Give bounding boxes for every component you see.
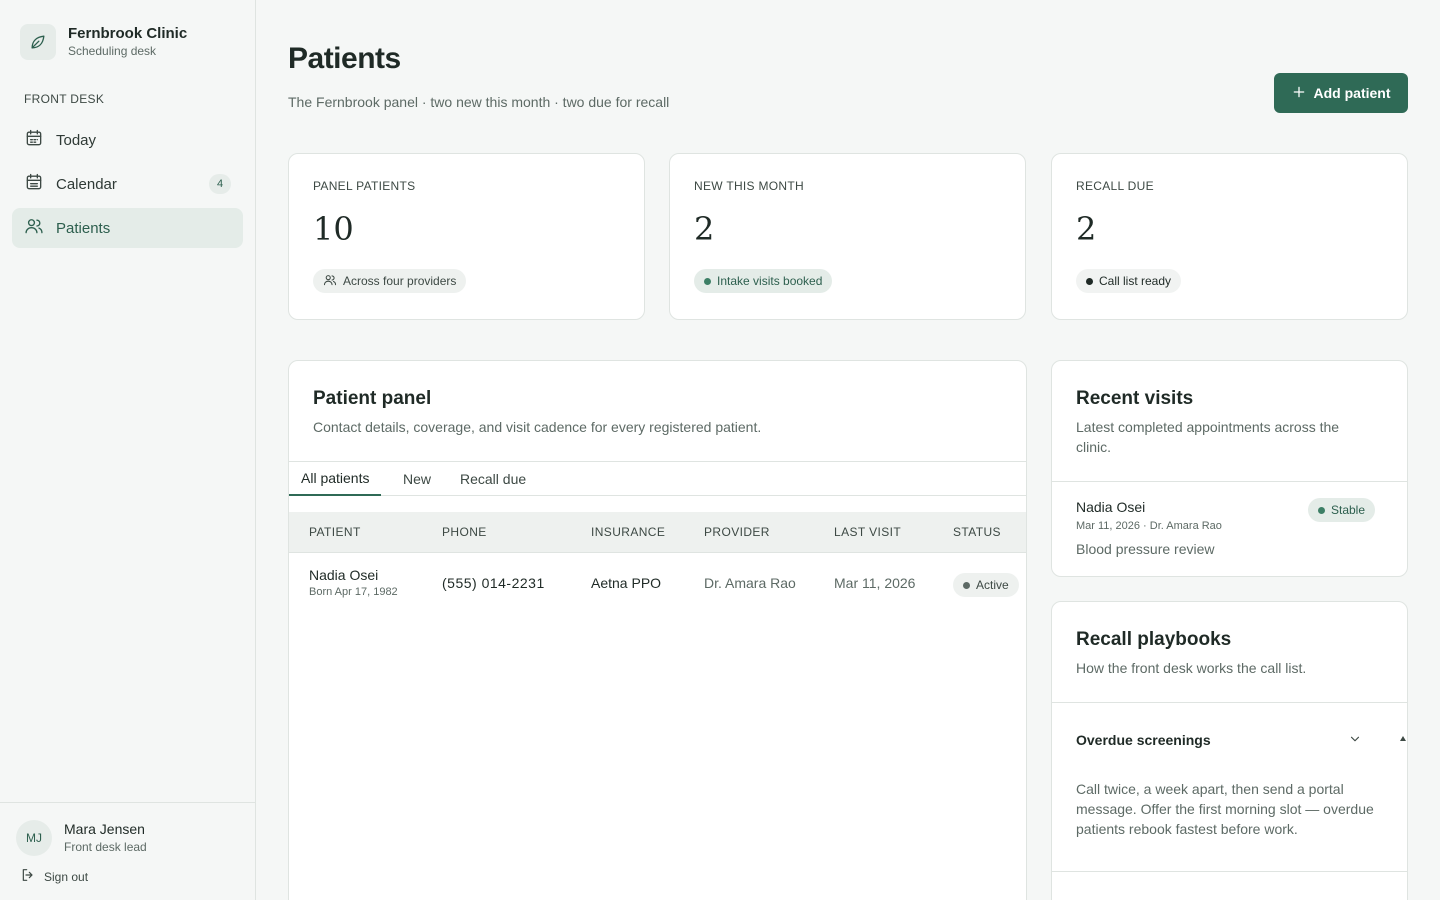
recent-visits-card: Recent visits Latest completed appointme… [1051,360,1408,577]
stat-note: Across four providers [343,274,457,288]
accordion-overdue-screenings[interactable]: Overdue screenings [1076,732,1211,748]
stat-value: 2 [694,210,715,248]
sidebar: Fernbrook Clinic Scheduling desk FRONT D… [0,0,256,900]
sidebar-nav: Today Calendar 4 Patients [12,120,243,252]
status-label: Stable [1331,503,1366,517]
user-footer: MJ Mara Jensen Front desk lead Sign out [0,802,255,900]
brand-name: Fernbrook Clinic [68,25,188,42]
column-header-patient[interactable]: PATIENT [309,525,361,539]
stat-note-badge: Across four providers [313,269,467,293]
tab-all-patients[interactable]: All patients [289,462,382,496]
playbooks-title: Recall playbooks [1076,629,1232,650]
status-badge: Stable [1308,498,1376,522]
stat-label: NEW THIS MONTH [694,179,804,193]
recent-visits-subtitle: Latest completed appointments across the… [1076,419,1340,455]
column-header-insurance[interactable]: INSURANCE [591,525,665,539]
tab-new[interactable]: New [391,462,443,496]
brand-subtitle: Scheduling desk [68,44,157,58]
divider [1052,702,1407,703]
playbooks-subtitle: How the front desk works the call list. [1076,660,1307,676]
leaf-icon [20,24,56,60]
patient-panel-card: Patient panel Contact details, coverage,… [288,360,1027,900]
page-subtitle: The Fernbrook panel · two new this month… [288,94,670,110]
visit-patient-name[interactable]: Nadia Osei [1076,499,1145,515]
status-label: Active [976,578,1009,592]
patient-name: Nadia Osei [309,567,379,583]
stat-card-new-this-month: NEW THIS MONTH 2 Intake visits booked [669,153,1026,320]
user-name: Mara Jensen [64,821,145,837]
nav-section-label: FRONT DESK [24,92,105,106]
stat-card-recall-due: RECALL DUE 2 Call list ready [1051,153,1408,320]
page-title: Patients [288,42,401,75]
column-header-provider[interactable]: PROVIDER [704,525,770,539]
recent-visits-title: Recent visits [1076,388,1194,409]
user-role: Front desk lead [64,840,147,854]
table-header: PATIENT PHONE INSURANCE PROVIDER LAST VI… [289,512,1026,553]
sign-out-button[interactable]: Sign out [20,867,88,886]
column-header-status[interactable]: STATUS [953,525,1001,539]
calendar-grid-icon [24,172,44,196]
panel-tabs: All patients New Recall due [289,461,1026,496]
sign-out-label: Sign out [44,869,89,884]
status-dot-icon [1318,506,1325,514]
add-patient-button[interactable]: Add patient [1274,73,1408,113]
visit-note: Blood pressure review [1076,541,1215,557]
status-dot-icon [704,277,711,285]
sidebar-item-calendar[interactable]: Calendar 4 [12,164,243,204]
chevron-down-icon[interactable] [1348,732,1362,751]
stat-value: 2 [1076,210,1097,248]
stat-note-badge: Intake visits booked [694,269,833,293]
stat-label: RECALL DUE [1076,179,1154,193]
users-icon [24,216,44,240]
stat-label: PANEL PATIENTS [313,179,416,193]
sidebar-item-label: Calendar [56,175,117,193]
divider [1052,871,1407,872]
stat-card-panel-patients: PANEL PATIENTS 10 Across four providers [288,153,645,320]
status-badge: Active [953,573,1019,597]
sidebar-item-today[interactable]: Today [12,120,243,160]
plus-icon [1292,85,1306,102]
tab-recall-due[interactable]: Recall due [448,462,538,496]
add-patient-label: Add patient [1313,85,1391,101]
patient-provider: Dr. Amara Rao [704,575,796,591]
visit-meta: Mar 11, 2026 · Dr. Amara Rao [1076,520,1222,532]
column-header-phone[interactable]: PHONE [442,525,487,539]
panel-title: Patient panel [313,388,432,409]
table-row[interactable]: Nadia Osei Born Apr 17, 1982 (555) 014-2… [289,553,1026,615]
sign-out-icon [20,867,36,886]
avatar[interactable]: MJ [16,820,52,856]
scroll-up-arrow-icon[interactable] [1400,736,1406,741]
users-icon [323,273,337,290]
divider [1052,481,1407,482]
sidebar-item-label: Today [56,131,97,149]
sidebar-item-patients[interactable]: Patients [12,208,243,248]
stat-note-badge: Call list ready [1076,269,1182,293]
column-header-last-visit[interactable]: LAST VISIT [834,525,901,539]
calendar-icon [24,128,44,152]
status-dot-icon [963,581,970,589]
panel-subtitle: Contact details, coverage, and visit cad… [313,419,762,435]
calendar-count-badge: 4 [209,174,231,194]
stat-value: 10 [313,210,354,248]
stat-note: Call list ready [1099,274,1172,288]
patient-last-visit: Mar 11, 2026 [834,575,916,591]
accordion-body: Call twice, a week apart, then send a po… [1076,781,1374,837]
patient-birthdate: Born Apr 17, 1982 [309,586,398,598]
brand[interactable]: Fernbrook Clinic Scheduling desk [20,24,187,60]
patient-insurance: Aetna PPO [591,575,662,591]
recall-playbooks-card: Recall playbooks How the front desk work… [1051,601,1408,900]
sidebar-item-label: Patients [56,219,111,237]
status-dot-icon [1086,277,1093,285]
stat-note: Intake visits booked [717,274,823,288]
patient-phone: (555) 014-2231 [442,575,545,591]
